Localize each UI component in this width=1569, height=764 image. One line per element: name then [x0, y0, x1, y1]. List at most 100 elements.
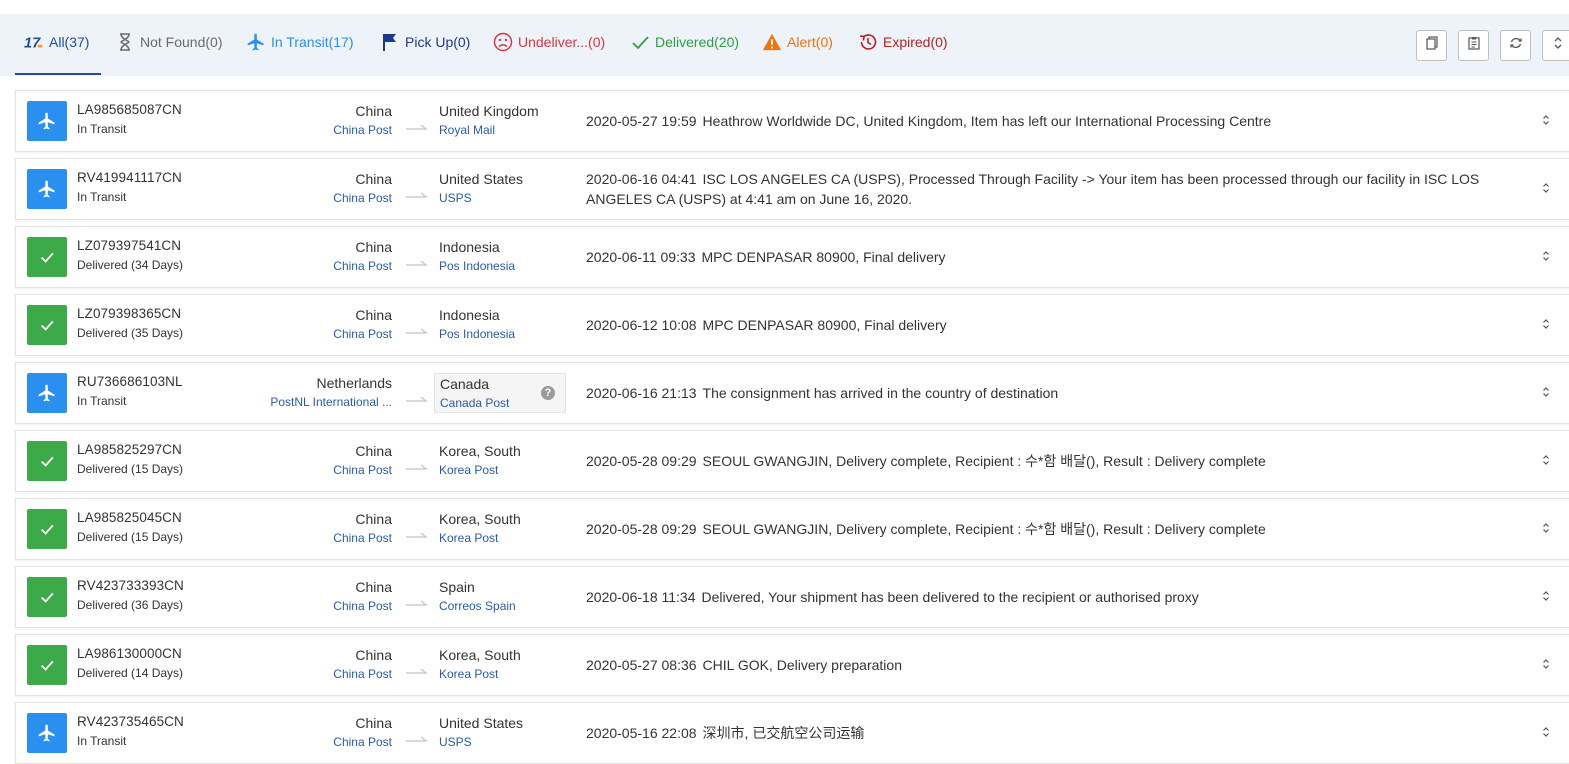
origin-carrier[interactable]: China Post — [333, 735, 392, 749]
tracking-status: In Transit — [77, 122, 127, 136]
tracking-number[interactable]: LA985685087CN — [77, 102, 182, 117]
shipment-row[interactable]: LA985825297CN Delivered (15 Days) China … — [15, 430, 1569, 492]
svg-text:17: 17 — [24, 35, 41, 51]
paste-button[interactable] — [1458, 30, 1489, 61]
tab-not-found[interactable]: Not Found(0) — [115, 30, 222, 54]
shipment-row[interactable]: RV423733393CN Delivered (36 Days) China … — [15, 566, 1569, 628]
origin-country: China — [355, 103, 392, 119]
status-filter-bar: 17 All(37) Not Found(0) In Transit(17) P… — [0, 14, 1569, 76]
destination-carrier[interactable]: Korea Post — [439, 667, 498, 681]
shipment-row[interactable]: RV419941117CN In Transit China China Pos… — [15, 158, 1569, 220]
refresh-button[interactable] — [1500, 30, 1531, 61]
delivered-checkmark-icon — [27, 237, 67, 277]
shipment-row[interactable]: RV423735465CN In Transit China China Pos… — [15, 702, 1569, 764]
chevron-updown-icon — [1542, 725, 1550, 743]
tab-in-transit[interactable]: In Transit(17) — [246, 30, 353, 54]
tab-undelivered[interactable]: Undeliver...(0) — [493, 30, 605, 54]
origin-carrier[interactable]: China Post — [333, 259, 392, 273]
chevron-updown-icon — [1542, 453, 1550, 471]
destination-carrier[interactable]: Correos Spain — [439, 599, 516, 613]
tracking-number[interactable]: RU736686103NL — [77, 374, 183, 389]
expand-row-button[interactable] — [1538, 316, 1554, 336]
shipment-row[interactable]: LZ079397541CN Delivered (34 Days) China … — [15, 226, 1569, 288]
destination-carrier[interactable]: Pos Indonesia — [439, 327, 515, 341]
destination-carrier[interactable]: Korea Post — [439, 531, 498, 545]
origin-country: China — [355, 579, 392, 595]
destination-carrier[interactable]: Korea Post — [439, 463, 498, 477]
tracking-number[interactable]: LA985825045CN — [77, 510, 182, 525]
destination-country: Indonesia — [439, 307, 500, 323]
destination-country: United States — [439, 171, 524, 187]
route-arrow-icon — [405, 730, 429, 742]
tab-all[interactable]: 17 All(37) — [24, 30, 89, 54]
route-arrow-icon — [405, 186, 429, 198]
destination-country: Korea, South — [439, 647, 521, 663]
origin-carrier[interactable]: China Post — [333, 123, 392, 137]
origin-carrier[interactable]: China Post — [333, 191, 392, 205]
latest-event: 2020-05-27 08:36 CHIL GOK, Delivery prepa… — [586, 655, 1486, 675]
destination-carrier[interactable]: Pos Indonesia — [439, 259, 515, 273]
expand-row-button[interactable] — [1538, 724, 1554, 744]
destination-carrier[interactable]: USPS — [439, 191, 472, 205]
history-clock-icon — [858, 32, 878, 52]
chevron-updown-icon — [1542, 181, 1550, 199]
expand-row-button[interactable] — [1538, 520, 1554, 540]
destination-carrier[interactable]: Canada Post — [440, 396, 509, 410]
sad-face-icon — [493, 32, 513, 52]
shipment-row[interactable]: LA986130000CN Delivered (14 Days) China … — [15, 634, 1569, 696]
tracking-number[interactable]: LA986130000CN — [77, 646, 182, 661]
tracking-number[interactable]: RV423733393CN — [77, 578, 184, 593]
destination-box: Canada Canada Post ? — [434, 373, 566, 413]
tab-pick-up[interactable]: Pick Up(0) — [380, 30, 470, 54]
expand-row-button[interactable] — [1538, 248, 1554, 268]
tracking-status: In Transit — [77, 734, 127, 748]
help-question-icon[interactable]: ? — [541, 386, 555, 400]
latest-event: 2020-05-27 19:59 Heathrow Worldwide DC, U… — [586, 111, 1486, 131]
expand-row-button[interactable] — [1538, 656, 1554, 676]
chevron-updown-icon — [1542, 521, 1550, 539]
expand-row-button[interactable] — [1538, 384, 1554, 404]
event-time: 2020-05-28 09:29 — [586, 521, 697, 537]
shipment-row[interactable]: LA985685087CN In Transit China China Pos… — [15, 90, 1569, 152]
origin-carrier[interactable]: PostNL International ... — [270, 395, 392, 409]
tracking-number[interactable]: LZ079397541CN — [77, 238, 181, 253]
expand-row-button[interactable] — [1538, 112, 1554, 132]
tab-expired[interactable]: Expired(0) — [858, 30, 948, 54]
warning-icon — [762, 32, 782, 52]
in-transit-airplane-icon — [27, 373, 67, 413]
origin-country: China — [355, 307, 392, 323]
expand-row-button[interactable] — [1538, 588, 1554, 608]
event-time: 2020-06-18 11:34 — [586, 589, 696, 605]
tab-delivered[interactable]: Delivered(20) — [630, 30, 739, 54]
tab-alert[interactable]: Alert(0) — [762, 30, 833, 54]
copy-button[interactable] — [1416, 30, 1447, 61]
origin-carrier[interactable]: China Post — [333, 463, 392, 477]
expand-all-button[interactable] — [1542, 30, 1569, 61]
destination-carrier[interactable]: USPS — [439, 735, 472, 749]
destination-country: Korea, South — [439, 443, 521, 459]
destination-carrier[interactable]: Royal Mail — [439, 123, 495, 137]
destination-country: Indonesia — [439, 239, 500, 255]
origin-carrier[interactable]: China Post — [333, 327, 392, 341]
expand-row-button[interactable] — [1538, 452, 1554, 472]
tracking-number[interactable]: LZ079398365CN — [77, 306, 181, 321]
origin-carrier[interactable]: China Post — [333, 531, 392, 545]
expand-row-button[interactable] — [1538, 180, 1554, 200]
checkmark-icon — [630, 32, 650, 52]
chevron-updown-icon — [1542, 385, 1550, 403]
event-time: 2020-06-12 10:08 — [586, 317, 697, 333]
shipment-row[interactable]: LA985825045CN Delivered (15 Days) China … — [15, 498, 1569, 560]
delivered-checkmark-icon — [27, 509, 67, 549]
origin-carrier[interactable]: China Post — [333, 667, 392, 681]
tracking-status: Delivered (34 Days) — [77, 258, 184, 272]
event-text: The consignment has arrived in the count… — [702, 385, 1059, 401]
origin-carrier[interactable]: China Post — [333, 599, 392, 613]
shipment-row[interactable]: RU736686103NL In Transit Netherlands Pos… — [15, 362, 1569, 424]
shipment-row[interactable]: LZ079398365CN Delivered (35 Days) China … — [15, 294, 1569, 356]
flag-icon — [380, 32, 400, 52]
tracking-number[interactable]: LA985825297CN — [77, 442, 182, 457]
tracking-number[interactable]: RV419941117CN — [77, 170, 182, 185]
tracking-number[interactable]: RV423735465CN — [77, 714, 184, 729]
event-text: SEOUL GWANGJIN, Delivery complete, Recip… — [702, 453, 1266, 469]
event-time: 2020-05-27 19:59 — [586, 113, 697, 129]
